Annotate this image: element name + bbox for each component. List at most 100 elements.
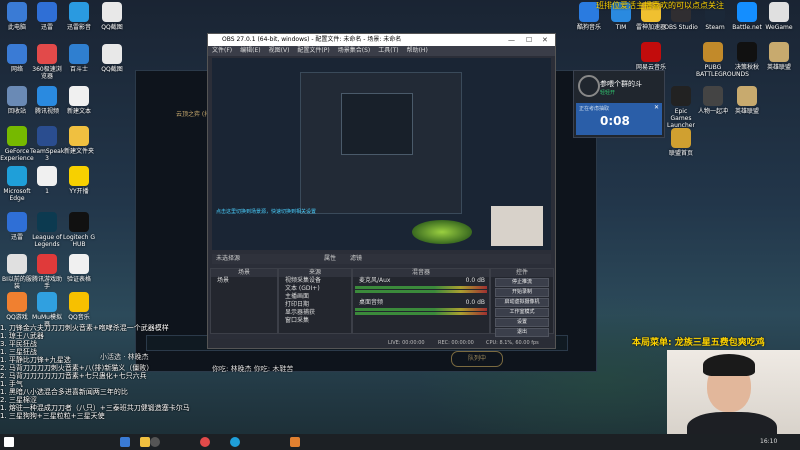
- desktop-icon[interactable]: 百斗士: [62, 44, 96, 73]
- menu-item[interactable]: 工具(T): [378, 47, 398, 54]
- menu-item[interactable]: 配置文件(P): [297, 47, 329, 54]
- taskbar-edge-icon[interactable]: [230, 437, 240, 447]
- no-source-label: 未选择源: [216, 255, 241, 262]
- desktop-icon[interactable]: 新建文本: [62, 86, 96, 115]
- marquee-text: 班排位爱活主播喜欢的可以点点关注: [596, 1, 724, 10]
- control-button[interactable]: 开始录制: [495, 288, 549, 297]
- widget-close-icon[interactable]: ✕: [654, 104, 659, 111]
- obs-window[interactable]: OBS 27.0.1 (64-bit, windows) - 配置文件: 未命名…: [207, 33, 556, 349]
- source-item[interactable]: 文本 (GDI+): [279, 285, 351, 293]
- mixer-dock: 混音器 麦克风/Aux 0.0 dB 桌面音频 0.0 dB: [352, 268, 490, 334]
- start-icon[interactable]: [4, 437, 14, 447]
- app-icon: [7, 44, 27, 64]
- scenes-title: 场景: [211, 269, 277, 277]
- desktop-icon[interactable]: BI以前的服装: [0, 254, 34, 290]
- desktop-icon-label: 英雄联盟: [766, 64, 791, 71]
- chat-line: 1. 黑暗八小选混合多进喜新闻两三年的比: [0, 388, 128, 396]
- desktop-icon[interactable]: 验证表格: [62, 254, 96, 283]
- desktop-icon[interactable]: 人物一起冲: [696, 86, 730, 115]
- desktop-icon[interactable]: 英雄联盟: [762, 42, 796, 71]
- desktop-icon-label: 迅雷: [10, 234, 23, 241]
- desktop-icon-label: 腾讯游戏助手: [31, 276, 62, 290]
- source-item[interactable]: 视频采集设备: [279, 277, 351, 285]
- menu-item[interactable]: 文件(F): [212, 47, 232, 54]
- desktop-icon[interactable]: QQ游戏: [0, 292, 34, 321]
- app-icon: [102, 44, 122, 64]
- desktop-icon[interactable]: YY开播: [62, 166, 96, 195]
- obs-titlebar[interactable]: OBS 27.0.1 (64-bit, windows) - 配置文件: 未命名…: [208, 34, 555, 46]
- desktop-icon[interactable]: 网易云音乐: [634, 42, 668, 71]
- app-icon: [37, 44, 57, 64]
- desktop-icon[interactable]: MuMu模拟器: [30, 292, 64, 328]
- desktop-icon[interactable]: Epic Games Launcher: [664, 86, 698, 129]
- desktop-icon[interactable]: League of Legends: [30, 212, 64, 248]
- desktop-icon[interactable]: Logitech G HUB: [62, 212, 96, 248]
- sources-title: 来源: [279, 269, 351, 277]
- menu-item[interactable]: 帮助(H): [407, 47, 428, 54]
- desktop-icon[interactable]: 1: [30, 166, 64, 195]
- queue-button[interactable]: 队列中: [451, 351, 503, 367]
- maximize-icon[interactable]: ☐: [526, 34, 532, 46]
- chat-line: 1. 三星狂战: [0, 348, 37, 356]
- desktop-icon-label: 雷神加速器: [635, 24, 666, 31]
- desktop-icon[interactable]: 新建文件夹: [62, 126, 96, 155]
- desktop-icon[interactable]: PUBG BATTLEGROUNDS: [696, 42, 749, 78]
- mixer-desktop: 桌面音频 0.0 dB: [353, 299, 489, 307]
- desktop-icon[interactable]: 迅雷: [0, 212, 34, 241]
- taskbar-game-icon[interactable]: [290, 437, 300, 447]
- match-widget[interactable]: 参喂个群的斗 轻轻开 正在考虑抽取 ✕ 0:08: [573, 70, 665, 138]
- menu-item[interactable]: 视图(V): [269, 47, 290, 54]
- desktop-icon[interactable]: 迅雷: [30, 2, 64, 31]
- control-button[interactable]: 设置: [495, 318, 549, 327]
- taskbar-obs-icon[interactable]: [150, 437, 160, 447]
- control-button[interactable]: 工作室模式: [495, 308, 549, 317]
- desktop-icon[interactable]: 迅雷影音: [62, 2, 96, 31]
- chat-line: 1. 刀锋金六夫刀刀刀刺火音素+咆哮杀混一个武器模样: [0, 324, 169, 332]
- desktop-icon-label: Battle.net: [732, 24, 762, 31]
- desktop-icon[interactable]: QQ音乐: [62, 292, 96, 321]
- desktop-icon[interactable]: 腾讯视频: [30, 86, 64, 115]
- close-icon[interactable]: ✕: [542, 34, 548, 46]
- desktop-icon[interactable]: 此电脑: [0, 2, 34, 31]
- scene-item[interactable]: 场景: [211, 277, 277, 285]
- desktop-icon-label: 验证表格: [66, 276, 91, 283]
- taskbar-browser-icon[interactable]: [200, 437, 210, 447]
- desktop-icon[interactable]: 回收站: [0, 86, 34, 115]
- desktop-icon-label: 1: [45, 188, 49, 195]
- desktop-icon[interactable]: QQ截图: [95, 2, 129, 31]
- source-item[interactable]: 打印日期: [279, 301, 351, 309]
- source-item[interactable]: 显示器捕获: [279, 309, 351, 317]
- desktop-icon[interactable]: QQ截图: [95, 44, 129, 73]
- desktop-icon[interactable]: 决策秋秋: [730, 42, 764, 71]
- mixer-mic-db: 0.0 dB: [465, 277, 485, 284]
- taskbar-folder-icon[interactable]: [140, 437, 150, 447]
- minimize-icon[interactable]: —: [508, 34, 515, 46]
- desktop-icon[interactable]: TeamSpeak 3: [30, 126, 64, 162]
- desktop-icon[interactable]: 腾讯游戏助手: [30, 254, 64, 290]
- app-icon: [7, 2, 27, 22]
- widget-subtitle: 轻轻开: [600, 90, 616, 96]
- control-button[interactable]: 停止推流: [495, 278, 549, 287]
- properties-button[interactable]: 属性: [324, 254, 336, 264]
- menu-item[interactable]: 编辑(E): [240, 47, 260, 54]
- desktop-icon-label: GeForce Experience: [0, 148, 34, 162]
- source-item[interactable]: 主播画面: [279, 293, 351, 301]
- desktop-icon-label: TIM: [615, 24, 627, 31]
- desktop-icon[interactable]: 英雄联盟: [730, 86, 764, 115]
- filters-button[interactable]: 滤镜: [350, 254, 362, 264]
- desktop-icon[interactable]: 网络: [0, 44, 34, 73]
- control-button[interactable]: 退出: [495, 328, 549, 337]
- source-item[interactable]: 窗口采集: [279, 317, 351, 325]
- menu-item[interactable]: 场景集合(S): [338, 47, 371, 54]
- obs-title: OBS 27.0.1 (64-bit, windows) - 配置文件: 未命名…: [222, 36, 402, 43]
- desktop-icon[interactable]: GeForce Experience: [0, 126, 34, 162]
- desktop-icon[interactable]: Microsoft Edge: [0, 166, 34, 202]
- obs-preview[interactable]: 点击这里切换到场景源，快速切换到相关设置: [212, 58, 551, 250]
- app-icon: [69, 292, 89, 312]
- control-button[interactable]: 启动虚拟摄像机: [495, 298, 549, 307]
- desktop-meter: [355, 308, 487, 311]
- desktop-icon-label: Epic Games Launcher: [667, 108, 695, 129]
- desktop-icon[interactable]: 360极速浏览器: [30, 44, 64, 80]
- taskbar-app-icon[interactable]: [120, 437, 130, 447]
- desktop-icon[interactable]: 联盟首页: [664, 128, 698, 157]
